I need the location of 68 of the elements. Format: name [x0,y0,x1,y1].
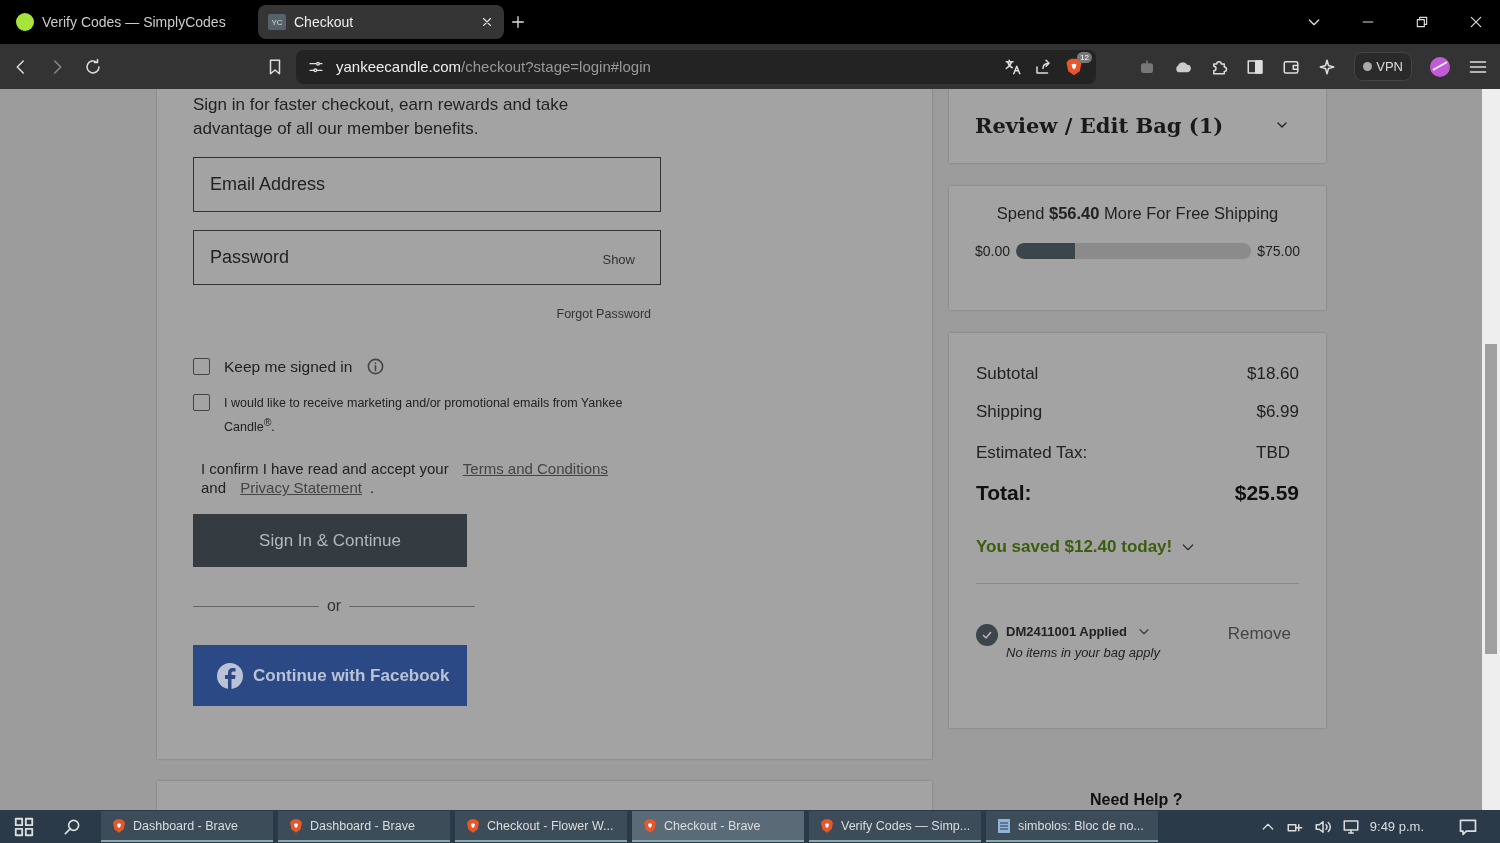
forgot-password-link[interactable]: Forgot Password [193,307,651,321]
reload-icon[interactable] [84,57,102,76]
checkbox-label: Keep me signed in [224,357,353,376]
intro-text: Sign in for faster checkout, earn rewards and take [193,94,570,116]
browser-tab[interactable]: Verify Codes — SimplyCodes [6,5,252,39]
taskbar-item[interactable]: simbolos: Bloc de no... [986,811,1158,842]
checkbox-label: I would like to receive marketing and/or promotional emails from Yankee Candle$^{®}$. [224,395,624,437]
browser-tab[interactable]: YC Checkout [258,5,504,39]
taskbar-item[interactable]: Checkout - Brave [632,811,804,842]
savings-text: You saved $12.40 today! [976,537,1173,557]
summary-label: Subtotal [976,364,1039,384]
start-icon[interactable] [13,815,35,838]
info-icon[interactable] [366,357,386,376]
sidebar-icon[interactable] [1246,57,1265,76]
brave-logo-icon [288,817,304,834]
address-field[interactable]: yankeecandle.com/checkout?stage=login#login [336,58,992,75]
email-field[interactable]: Email Address [193,157,661,212]
site-favicon: YC [268,14,286,30]
show-password-link[interactable]: Show [602,252,635,267]
vpn-button[interactable]: VPN [1354,52,1412,81]
taskbar-item[interactable]: Dashboard - Brave [278,811,450,842]
taskbar-item[interactable]: Verify Codes — Simp... [809,811,981,842]
scrollbar[interactable] [1482,89,1500,810]
need-help-heading: Need Help ? [1090,791,1183,809]
clock-time: 9:49 p.m. [1369,819,1424,834]
brave-logo-icon [642,817,658,834]
sign-in-button[interactable]: Sign In & Continue [193,514,467,568]
brave-logo-icon [819,817,835,834]
profile-avatar-icon[interactable] [1430,56,1450,77]
bag-panel[interactable]: Review / Edit Bag (1) [949,89,1326,163]
terms-link[interactable]: Terms and Conditions [462,460,608,478]
consent-text: I confirm I have read and accept your Terms and Conditions and Privacy Statement . [201,459,609,498]
shield-count-badge: 12 [1077,51,1092,63]
privacy-link[interactable]: Privacy Statement [240,479,362,497]
plus-icon[interactable] [510,14,526,30]
checkbox[interactable] [193,394,210,411]
progress-min-label: $0.00 [975,243,1011,259]
summary-label: Estimated Tax: [976,443,1088,463]
progress-max-label: $75.00 [1257,243,1300,259]
summary-label: Shipping [976,402,1043,422]
close-icon[interactable] [480,15,494,29]
total-value: $25.59 [1234,481,1299,505]
display-icon[interactable] [1341,817,1360,836]
summary-value: TBD [1256,443,1290,463]
total-label: Total: [976,481,1032,505]
share-icon[interactable] [1034,57,1052,76]
coupon-code: DM2411001 Applied [1006,624,1127,639]
brave-logo-icon [111,817,127,834]
translate-icon[interactable] [1004,57,1022,76]
sparkle-icon[interactable] [1318,57,1337,76]
checkbox[interactable] [193,358,210,375]
brave-logo-icon [465,817,481,834]
facebook-button[interactable]: Continue with Facebook [193,645,467,707]
coupon-note: No items in your bag apply [1006,645,1160,660]
bag-title: Review / Edit Bag (1) [975,112,1224,138]
or-divider-text: or [326,597,342,616]
free-shipping-message: Spend $56.40 More For Free Shipping [995,204,1280,223]
summary-value: $6.99 [1256,402,1299,422]
site-favicon [16,13,34,31]
restore-icon[interactable] [1415,15,1429,29]
taskbar-item[interactable]: Checkout - Flower W... [455,811,627,842]
intro-text: advantage of all our member benefits. [193,118,480,140]
taskbar-item[interactable]: Dashboard - Brave [101,811,273,842]
close-icon[interactable] [1469,15,1483,29]
remove-link[interactable]: Remove [1227,624,1291,660]
notepad-icon [996,817,1012,834]
summary-value: $18.60 [1247,364,1299,384]
facebook-icon [217,662,243,689]
